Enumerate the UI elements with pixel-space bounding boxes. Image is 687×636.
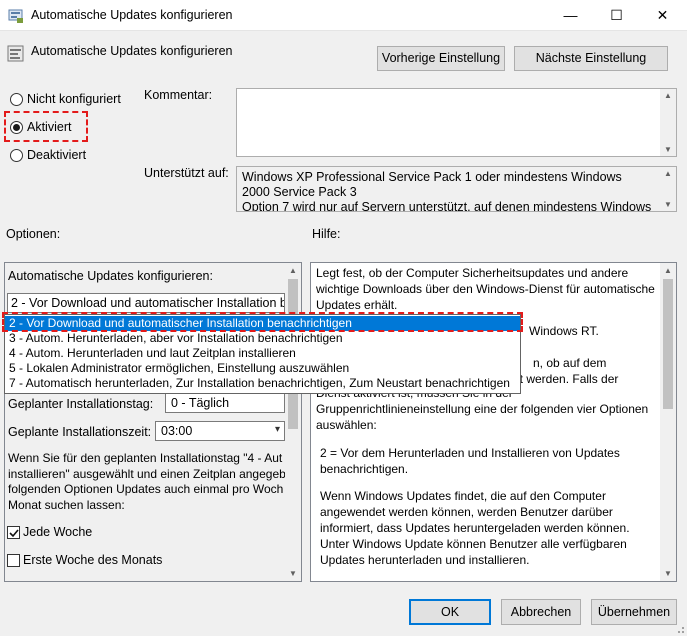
- checkbox-unchecked[interactable]: [7, 554, 20, 567]
- dropdown-option[interactable]: 5 - Lokalen Administrator ermöglichen, E…: [5, 361, 520, 376]
- options-panel[interactable]: Automatische Updates konfigurieren: 2 - …: [4, 262, 302, 582]
- install-time-combo[interactable]: 03:00 ▾: [155, 421, 285, 441]
- radio-label-disabled: Deaktiviert: [27, 148, 87, 162]
- dropdown-option[interactable]: 3 - Autom. Herunterladen, aber vor Insta…: [5, 331, 520, 346]
- radio-circle[interactable]: [10, 93, 23, 106]
- next-setting-button[interactable]: Nächste Einstellung: [514, 46, 668, 71]
- supported-label: Unterstützt auf:: [144, 166, 229, 180]
- help-paragraph-2-tail: Windows RT.: [529, 324, 599, 338]
- maximize-button[interactable]: ☐: [594, 0, 639, 31]
- cancel-button[interactable]: Abbrechen: [501, 599, 581, 625]
- install-time-label: Geplante Installationszeit:: [8, 425, 152, 439]
- apply-button[interactable]: Übernehmen: [591, 599, 677, 625]
- scroll-up-icon[interactable]: ▲: [660, 266, 676, 275]
- radio-circle[interactable]: [10, 149, 23, 162]
- install-day-combo[interactable]: 0 - Täglich: [165, 393, 285, 413]
- checkmark-icon: [9, 529, 19, 538]
- title-bar: Automatische Updates konfigurieren — ☐ ✕: [0, 0, 687, 31]
- dropdown-option[interactable]: 4 - Autom. Herunterladen und laut Zeitpl…: [5, 346, 520, 361]
- scroll-up-icon[interactable]: ▲: [660, 169, 676, 178]
- policy-name: Automatische Updates konfigurieren: [31, 44, 233, 58]
- install-day-label: Geplanter Installationstag:: [8, 397, 154, 411]
- minimize-button[interactable]: —: [548, 0, 593, 31]
- scroll-up-icon[interactable]: ▲: [285, 266, 301, 275]
- help-paragraph-4: 2 = Vor dem Herunterladen und Installier…: [320, 446, 620, 476]
- close-button[interactable]: ✕: [640, 0, 685, 31]
- scroll-up-icon[interactable]: ▲: [660, 91, 676, 100]
- scroll-thumb[interactable]: [663, 279, 673, 409]
- comment-field[interactable]: ▲ ▼: [236, 88, 677, 157]
- every-week-checkbox[interactable]: Jede Woche: [7, 525, 127, 541]
- schedule-description: Wenn Sie für den geplanten Installations…: [8, 451, 286, 512]
- help-scrollbar[interactable]: ▲ ▼: [660, 263, 676, 581]
- policy-app-icon: [8, 9, 23, 23]
- scroll-down-icon[interactable]: ▼: [660, 200, 676, 209]
- configure-updates-label: Automatische Updates konfigurieren:: [8, 269, 213, 283]
- annotation-highlight-option-2: [2, 312, 523, 332]
- every-week-label: Jede Woche: [23, 525, 93, 539]
- help-paragraph-3a: n, ob auf dem: [533, 356, 607, 370]
- scroll-down-icon[interactable]: ▼: [660, 145, 676, 154]
- update-mode-combo[interactable]: 2 - Vor Download und automatischer Insta…: [7, 293, 285, 313]
- previous-setting-button[interactable]: Vorherige Einstellung: [377, 46, 505, 71]
- options-scrollbar[interactable]: ▲ ▼: [285, 263, 301, 581]
- first-week-label: Erste Woche des Monats: [23, 553, 163, 567]
- radio-label-not-configured: Nicht konfiguriert: [27, 92, 121, 106]
- supported-on-text: Windows XP Professional Service Pack 1 o…: [242, 170, 652, 212]
- help-panel: Legt fest, ob der Computer Sicherheitsup…: [310, 262, 677, 582]
- help-heading: Hilfe:: [312, 227, 341, 241]
- supported-scrollbar[interactable]: ▲ ▼: [660, 167, 676, 211]
- help-paragraph-5: Wenn Windows Updates findet, die auf den…: [320, 489, 630, 567]
- radio-disabled[interactable]: Deaktiviert: [10, 148, 100, 164]
- options-heading: Optionen:: [6, 227, 61, 241]
- chevron-down-icon[interactable]: ▾: [275, 424, 280, 435]
- dropdown-option[interactable]: 7 - Automatisch herunterladen, Zur Insta…: [5, 376, 520, 391]
- checkbox-checked[interactable]: [7, 526, 20, 539]
- scroll-down-icon[interactable]: ▼: [660, 569, 676, 578]
- annotation-highlight-enabled: [4, 111, 88, 142]
- ok-button[interactable]: OK: [409, 599, 491, 625]
- install-time-value: 03:00: [161, 424, 193, 438]
- install-day-value: 0 - Täglich: [171, 396, 230, 410]
- radio-not-configured[interactable]: Nicht konfiguriert: [10, 92, 140, 108]
- supported-on-box: Windows XP Professional Service Pack 1 o…: [236, 166, 677, 212]
- comment-label: Kommentar:: [144, 88, 213, 102]
- help-paragraph-1: Legt fest, ob der Computer Sicherheitsup…: [316, 266, 655, 312]
- policy-setting-icon: [7, 45, 24, 62]
- scroll-down-icon[interactable]: ▼: [285, 569, 301, 578]
- update-mode-value: 2 - Vor Download und automatischer Insta…: [11, 296, 285, 310]
- window-title: Automatische Updates konfigurieren: [31, 8, 233, 22]
- comment-scrollbar[interactable]: ▲ ▼: [660, 89, 676, 156]
- first-week-checkbox[interactable]: Erste Woche des Monats: [7, 553, 207, 569]
- resize-grip-icon[interactable]: [674, 623, 686, 635]
